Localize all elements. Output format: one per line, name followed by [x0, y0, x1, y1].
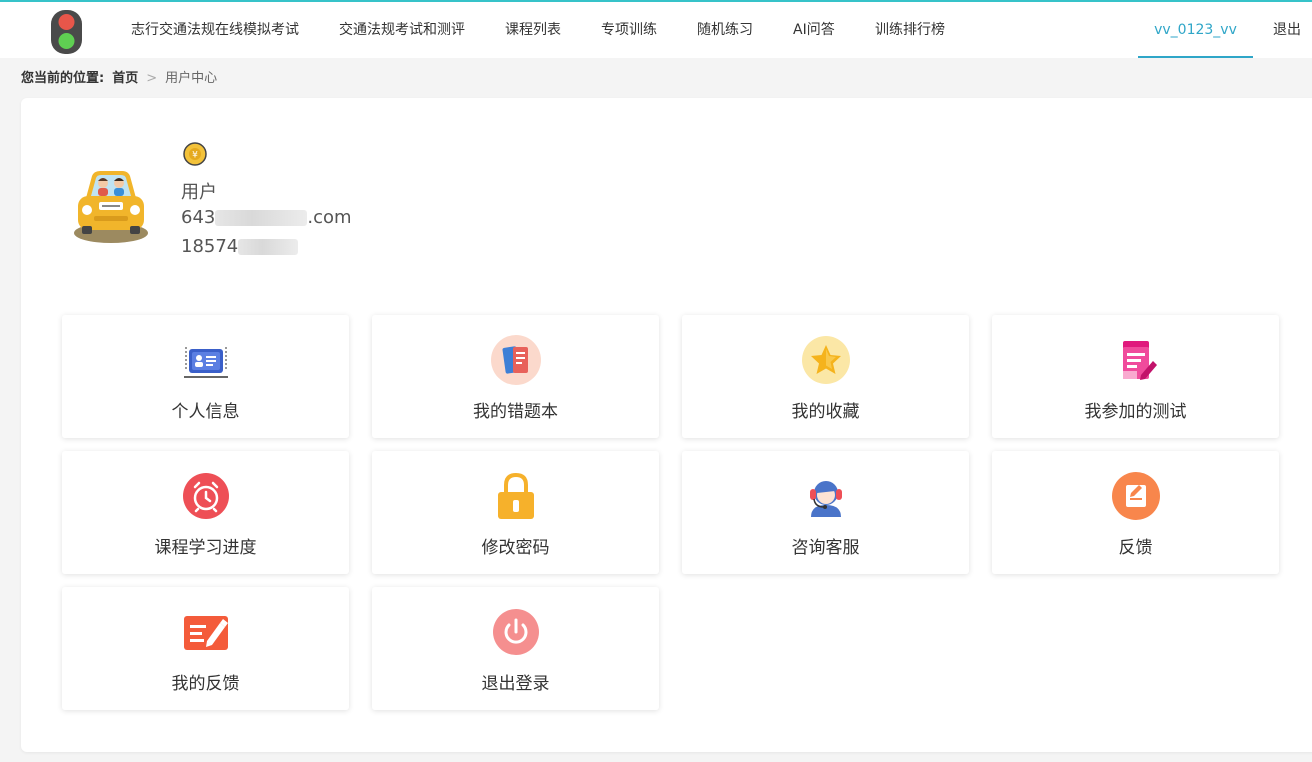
tile-change-password[interactable]: 修改密码: [372, 451, 659, 574]
tile-label: 反馈: [1118, 538, 1153, 558]
breadcrumb-home-link[interactable]: 首页: [112, 71, 138, 86]
coin-badge-icon: ¥: [183, 142, 207, 166]
phone-redaction: [238, 239, 299, 255]
tile-label: 退出登录: [481, 674, 550, 694]
tile-label: 咨询客服: [791, 538, 860, 558]
user-center-panel: ¥ 用户 643 .com 18574 个人信息 我的错题本 我的收藏 我参加的…: [21, 98, 1312, 752]
tile-label: 修改密码: [481, 538, 550, 558]
tile-my-feedback[interactable]: 我的反馈: [62, 587, 349, 710]
profile-phone-prefix: 18574: [181, 236, 239, 257]
traffic-light-logo-icon[interactable]: [50, 9, 83, 55]
profile-role: 用户: [181, 182, 217, 203]
nav-item-random-practice[interactable]: 随机练习: [697, 2, 753, 58]
nav-item-special-training[interactable]: 专项训练: [601, 2, 657, 58]
breadcrumb-current: 用户中心: [165, 71, 218, 86]
power-icon: [492, 609, 539, 655]
profile-email-suffix: .com: [307, 207, 352, 228]
tile-personal-info[interactable]: 个人信息: [62, 315, 349, 438]
nav-item-online-mock-exam[interactable]: 志行交通法规在线模拟考试: [131, 2, 299, 58]
svg-text:¥: ¥: [192, 151, 198, 161]
test-document-icon: [1122, 341, 1157, 380]
nav-item-leaderboard[interactable]: 训练排行榜: [875, 2, 945, 58]
top-navigation-bar: 志行交通法规在线模拟考试 交通法规考试和测评 课程列表 专项训练 随机练习 AI…: [0, 0, 1312, 58]
profile-email-prefix: 643: [181, 207, 216, 228]
tile-label: 我的反馈: [171, 674, 240, 694]
profile-phone: 18574: [181, 236, 299, 257]
lock-icon: [497, 472, 534, 519]
tile-label: 我的错题本: [473, 402, 558, 422]
tile-label: 个人信息: [171, 402, 240, 422]
tile-course-progress[interactable]: 课程学习进度: [62, 451, 349, 574]
tile-feedback[interactable]: 反馈: [992, 451, 1279, 574]
star-icon: [801, 336, 850, 384]
tile-label: 我的收藏: [791, 402, 860, 422]
nav-item-course-list[interactable]: 课程列表: [505, 2, 561, 58]
feedback-note-icon: [1111, 472, 1160, 520]
breadcrumb: 您当前的位置: 首页 > 用户中心: [21, 70, 217, 88]
tile-wrong-question-book[interactable]: 我的错题本: [372, 315, 659, 438]
profile-email: 643 .com: [181, 207, 352, 228]
tile-my-favorites[interactable]: 我的收藏: [682, 315, 969, 438]
tile-my-tests[interactable]: 我参加的测试: [992, 315, 1279, 438]
nav-username-link[interactable]: vv_0123_vv: [1138, 2, 1253, 58]
edit-feedback-icon: [183, 616, 228, 650]
nav-item-ai-qa[interactable]: AI问答: [793, 2, 835, 58]
car-avatar-icon: [74, 171, 148, 243]
breadcrumb-separator: >: [146, 71, 158, 86]
nav-item-exam-and-evaluation[interactable]: 交通法规考试和测评: [339, 2, 465, 58]
tile-logout[interactable]: 退出登录: [372, 587, 659, 710]
notebook-icon: [490, 335, 541, 385]
nav-logout-link[interactable]: 退出: [1273, 2, 1301, 58]
tile-label: 课程学习进度: [154, 538, 257, 558]
alarm-clock-icon: [182, 473, 229, 519]
breadcrumb-label: 您当前的位置:: [21, 71, 105, 86]
email-redaction: [215, 210, 308, 226]
tile-customer-service[interactable]: 咨询客服: [682, 451, 969, 574]
id-card-icon: [183, 347, 228, 378]
headset-agent-icon: [809, 481, 842, 517]
tile-label: 我参加的测试: [1084, 402, 1187, 422]
